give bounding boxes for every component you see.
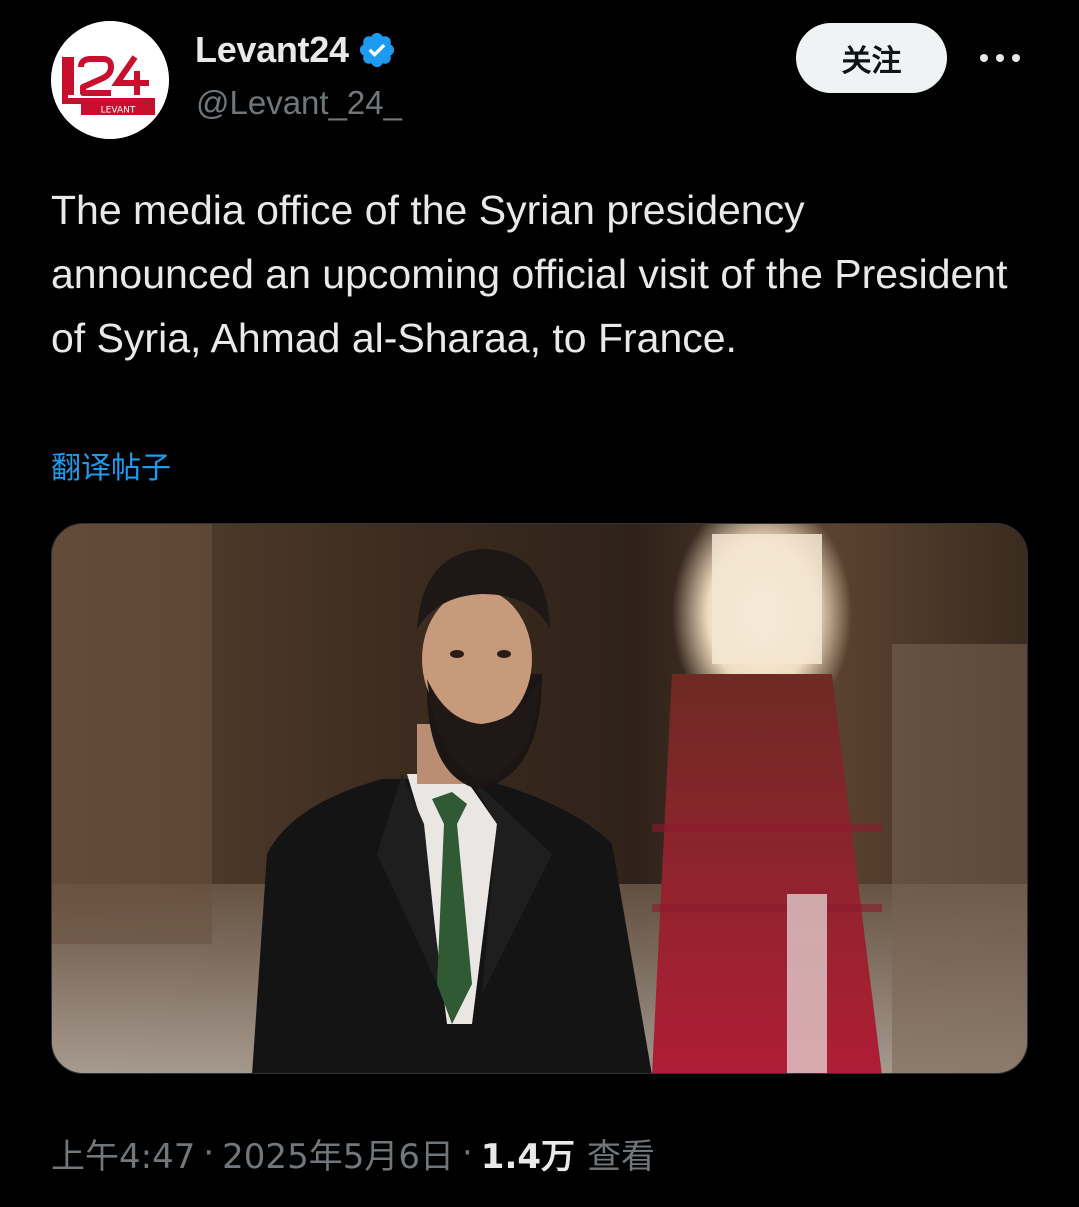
account-name-row[interactable]: Levant24 bbox=[195, 27, 397, 73]
svg-text:LEVANT: LEVANT bbox=[101, 106, 136, 116]
post-date[interactable]: 2025年5月6日 bbox=[222, 1129, 454, 1178]
post-media-image[interactable] bbox=[51, 523, 1028, 1074]
post-time[interactable]: 上午4:47 bbox=[51, 1129, 195, 1178]
post-text: The media office of the Syrian presidenc… bbox=[51, 187, 1008, 361]
avatar[interactable]: LEVANT bbox=[51, 21, 169, 139]
post-meta: 上午4:47 · 2025年5月6日 · 1.4万 查看 bbox=[51, 1128, 655, 1178]
verified-badge-icon bbox=[359, 32, 394, 68]
more-dot-icon bbox=[980, 54, 988, 62]
more-options-button[interactable] bbox=[974, 40, 1026, 76]
levant24-logo-icon: LEVANT bbox=[51, 21, 169, 139]
views-label: 查看 bbox=[587, 1136, 656, 1177]
follow-button[interactable]: 关注 bbox=[796, 23, 947, 93]
meta-separator: · bbox=[203, 1133, 215, 1173]
more-dot-icon bbox=[1012, 54, 1020, 62]
display-name[interactable]: Levant24 bbox=[195, 29, 349, 71]
views-count[interactable]: 1.4万 bbox=[481, 1129, 575, 1178]
meta-separator: · bbox=[461, 1133, 473, 1173]
translate-post-link[interactable]: 翻译帖子 bbox=[51, 443, 171, 487]
more-dot-icon bbox=[996, 54, 1004, 62]
photo-image-icon bbox=[52, 524, 1027, 1073]
account-handle[interactable]: @Levant_24_ bbox=[196, 84, 402, 122]
